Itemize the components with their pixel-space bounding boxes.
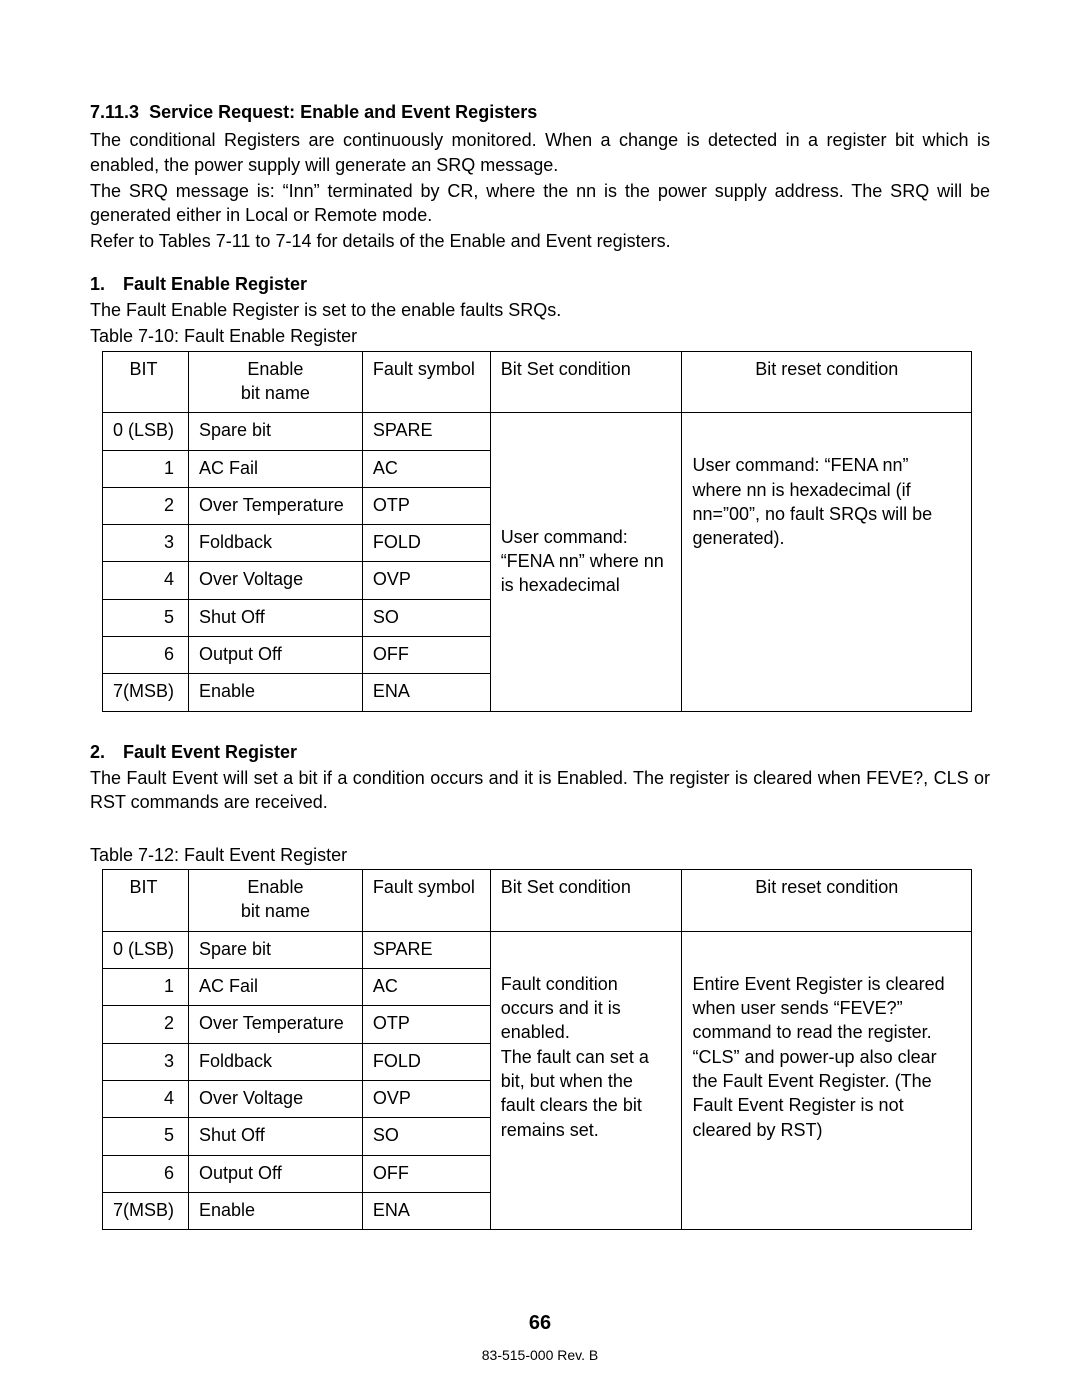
cell-bit: 3 (103, 1043, 189, 1080)
cell-set-condition: Fault condition occurs and it is enabled… (490, 931, 682, 1229)
cell-symbol: ENA (362, 674, 490, 711)
subsection-2-heading: 2. Fault Event Register (90, 740, 990, 764)
subsection-2-title: Fault Event Register (123, 742, 297, 762)
cell-bit: 7(MSB) (103, 674, 189, 711)
cell-symbol: ENA (362, 1192, 490, 1229)
cell-symbol: SO (362, 1118, 490, 1155)
col-header-bit: BIT (103, 351, 189, 413)
cell-name: Enable (189, 1192, 363, 1229)
cell-name: AC Fail (189, 450, 363, 487)
cell-bit: 4 (103, 1080, 189, 1117)
cell-name: Foldback (189, 525, 363, 562)
cell-name: Over Voltage (189, 1080, 363, 1117)
cell-bit: 5 (103, 1118, 189, 1155)
table-1-caption: Table 7-10: Fault Enable Register (90, 324, 990, 348)
section-para-1: The conditional Registers are continuous… (90, 128, 990, 177)
cell-bit: 5 (103, 599, 189, 636)
cell-name: Spare bit (189, 931, 363, 968)
cell-name: Over Temperature (189, 487, 363, 524)
table-row: 0 (LSB) Spare bit SPARE User command: “F… (103, 413, 972, 450)
cell-symbol: OVP (362, 562, 490, 599)
cell-name: AC Fail (189, 969, 363, 1006)
cell-bit: 7(MSB) (103, 1192, 189, 1229)
cell-name: Output Off (189, 637, 363, 674)
cell-symbol: SPARE (362, 413, 490, 450)
cell-name: Over Voltage (189, 562, 363, 599)
section-title-text: Service Request: Enable and Event Regist… (149, 102, 537, 122)
table-row: 0 (LSB) Spare bit SPARE Fault condition … (103, 931, 972, 968)
cell-symbol: SO (362, 599, 490, 636)
subsection-1-desc: The Fault Enable Register is set to the … (90, 298, 990, 322)
cell-symbol: SPARE (362, 931, 490, 968)
col-header-set: Bit Set condition (490, 870, 682, 932)
col-header-symbol: Fault symbol (362, 351, 490, 413)
cell-symbol: OFF (362, 637, 490, 674)
subsection-1-number: 1. (90, 272, 118, 296)
cell-name: Enable (189, 674, 363, 711)
cell-bit: 6 (103, 1155, 189, 1192)
col-header-name-top: Enable (247, 877, 303, 897)
section-heading: 7.11.3 Service Request: Enable and Event… (90, 100, 990, 124)
cell-name: Spare bit (189, 413, 363, 450)
cell-symbol: OVP (362, 1080, 490, 1117)
cell-bit: 6 (103, 637, 189, 674)
col-header-reset: Bit reset condition (682, 351, 972, 413)
cell-reset-condition: Entire Event Register is cleared when us… (682, 931, 972, 1229)
cell-name: Foldback (189, 1043, 363, 1080)
cell-bit: 1 (103, 969, 189, 1006)
col-header-symbol: Fault symbol (362, 870, 490, 932)
cell-name: Shut Off (189, 1118, 363, 1155)
cell-name: Shut Off (189, 599, 363, 636)
col-header-name: Enable bit name (189, 870, 363, 932)
document-revision: 83-515-000 Rev. B (0, 1346, 1080, 1365)
cell-symbol: OFF (362, 1155, 490, 1192)
cell-bit: 1 (103, 450, 189, 487)
fault-event-register-table: BIT Enable bit name Fault symbol Bit Set… (102, 869, 972, 1230)
cell-symbol: AC (362, 450, 490, 487)
cell-bit: 2 (103, 487, 189, 524)
col-header-set: Bit Set condition (490, 351, 682, 413)
table-row: BIT Enable bit name Fault symbol Bit Set… (103, 870, 972, 932)
col-header-name: Enable bit name (189, 351, 363, 413)
subsection-2-number: 2. (90, 740, 118, 764)
cell-bit: 0 (LSB) (103, 413, 189, 450)
section-para-2: The SRQ message is: “Inn” terminated by … (90, 179, 990, 228)
table-row: BIT Enable bit name Fault symbol Bit Set… (103, 351, 972, 413)
cell-symbol: OTP (362, 487, 490, 524)
cell-bit: 3 (103, 525, 189, 562)
col-header-name-top: Enable (247, 359, 303, 379)
col-header-reset: Bit reset condition (682, 870, 972, 932)
fault-enable-register-table: BIT Enable bit name Fault symbol Bit Set… (102, 351, 972, 712)
cell-symbol: AC (362, 969, 490, 1006)
col-header-name-bot: bit name (241, 383, 310, 403)
cell-name: Over Temperature (189, 1006, 363, 1043)
table-2-wrapper: BIT Enable bit name Fault symbol Bit Set… (90, 869, 990, 1230)
cell-reset-condition: User command: “FENA nn” where nn is hexa… (682, 413, 972, 711)
cell-bit: 0 (LSB) (103, 931, 189, 968)
cell-symbol: FOLD (362, 1043, 490, 1080)
cell-symbol: FOLD (362, 525, 490, 562)
subsection-1-heading: 1. Fault Enable Register (90, 272, 990, 296)
page-number: 66 (0, 1310, 1080, 1337)
cell-bit: 2 (103, 1006, 189, 1043)
cell-name: Output Off (189, 1155, 363, 1192)
cell-set-condition: User command: “FENA nn” where nn is hexa… (490, 413, 682, 711)
subsection-1-title: Fault Enable Register (123, 274, 307, 294)
subsection-2-desc: The Fault Event will set a bit if a cond… (90, 766, 990, 815)
cell-symbol: OTP (362, 1006, 490, 1043)
section-para-3: Refer to Tables 7-11 to 7-14 for details… (90, 229, 990, 253)
table-2-caption: Table 7-12: Fault Event Register (90, 843, 990, 867)
table-1-wrapper: BIT Enable bit name Fault symbol Bit Set… (90, 351, 990, 712)
col-header-bit: BIT (103, 870, 189, 932)
col-header-name-bot: bit name (241, 901, 310, 921)
section-number: 7.11.3 (90, 102, 139, 122)
cell-bit: 4 (103, 562, 189, 599)
